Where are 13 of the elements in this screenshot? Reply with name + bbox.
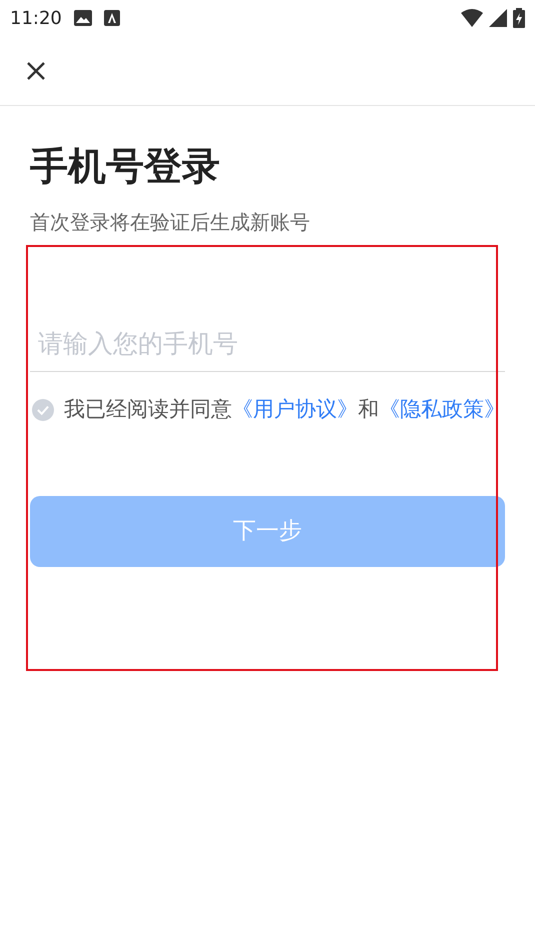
agreement-link[interactable]: 《用户协议》: [232, 397, 358, 421]
agreement-link[interactable]: 《隐私政策》: [379, 397, 505, 421]
status-time: 11:20: [10, 6, 62, 30]
agreement-text: 我已经阅读并同意《用户协议》和《隐私政策》: [64, 396, 505, 423]
page-subtitle: 首次登录将在验证后生成新账号: [30, 209, 311, 236]
image-icon: [74, 10, 92, 26]
page-title: 手机号登录: [30, 143, 221, 190]
battery-icon: [513, 8, 525, 28]
agreement-checkbox[interactable]: [32, 396, 54, 423]
close-icon: [26, 60, 46, 80]
signal-icon: [489, 9, 507, 27]
phone-input-field[interactable]: 请输入您的手机号: [30, 316, 505, 372]
wifi-icon: [461, 9, 483, 27]
